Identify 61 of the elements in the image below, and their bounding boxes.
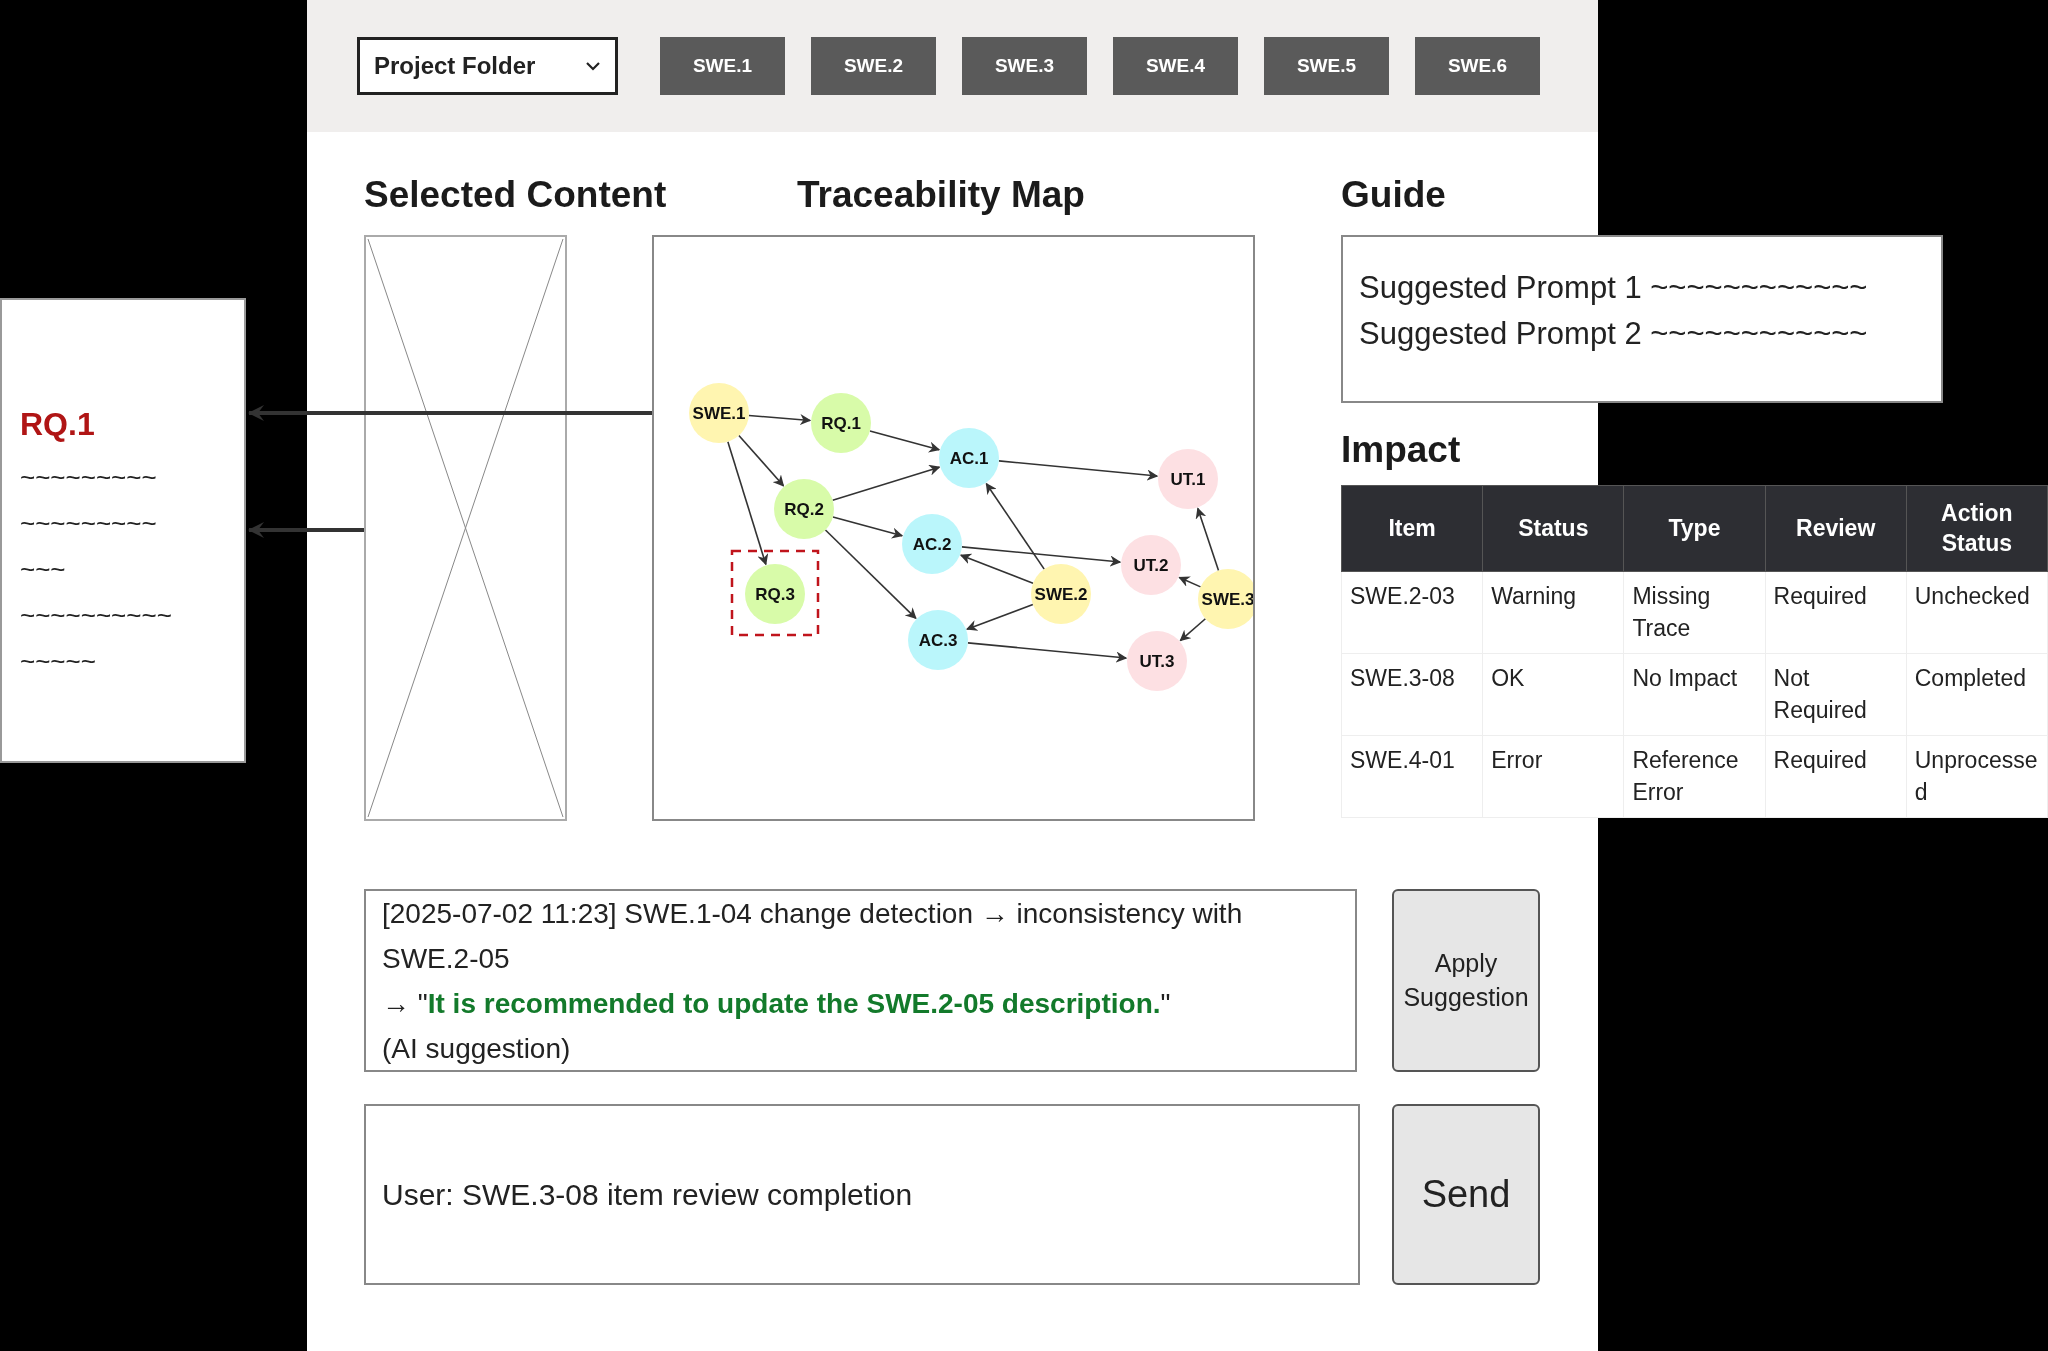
- column-header: Review: [1765, 485, 1907, 572]
- table-cell: Warning: [1482, 571, 1624, 654]
- section-heading: Impact: [1341, 428, 1461, 472]
- phase-button[interactable]: SWE.4: [1113, 37, 1238, 95]
- phase-button[interactable]: SWE.5: [1264, 37, 1389, 95]
- column-header: Action Status: [1906, 485, 2048, 572]
- send-button[interactable]: Send: [1392, 1104, 1540, 1285]
- table-cell: Unprocessed: [1906, 735, 2048, 818]
- table-cell: Missing Trace: [1623, 571, 1766, 654]
- column-header: Status: [1482, 485, 1624, 572]
- placeholder-text: ~~~~~: [20, 645, 97, 678]
- chevron-down-icon: [585, 61, 601, 71]
- placeholder-text: ~~~~~~~~~~: [20, 599, 173, 632]
- table-cell: Required: [1765, 571, 1907, 654]
- section-heading: Selected Content: [364, 173, 667, 217]
- suggested-prompt[interactable]: Suggested Prompt 1 ~~~~~~~~~~~~: [1359, 265, 1925, 311]
- trace-arrow: [1178, 576, 1202, 588]
- phase-button[interactable]: SWE.2: [811, 37, 936, 95]
- phase-button[interactable]: SWE.3: [962, 37, 1087, 95]
- phase-button[interactable]: SWE.6: [1415, 37, 1540, 95]
- map-node[interactable]: AC.2: [902, 514, 962, 574]
- column-header: Item: [1341, 485, 1483, 572]
- folder-dropdown[interactable]: Project Folder: [357, 37, 618, 95]
- map-node[interactable]: UT.3: [1127, 631, 1187, 691]
- map-node[interactable]: SWE.1: [689, 383, 749, 443]
- section-heading: Guide: [1341, 173, 1446, 217]
- map-node[interactable]: UT.2: [1121, 535, 1181, 595]
- trace-arrow: [748, 414, 812, 426]
- message-field[interactable]: User: SWE.3-08 item review completion: [364, 1104, 1360, 1285]
- trace-arrow: [1179, 617, 1207, 642]
- map-node[interactable]: RQ.2: [774, 479, 834, 539]
- placeholder-text: ~~~~~~~~~: [20, 461, 158, 494]
- table-cell: Unchecked: [1906, 571, 2048, 654]
- trace-arrow: [966, 603, 1034, 631]
- suggested-prompt[interactable]: Suggested Prompt 2 ~~~~~~~~~~~~: [1359, 311, 1925, 357]
- map-node[interactable]: SWE.2: [1031, 564, 1091, 624]
- table-cell: Reference Error: [1623, 735, 1766, 818]
- log-message: [2025-07-02 11:23] SWE.1-04 change detection → inconsistency with SWE.2-05 → "It is recommended to update the SWE.2-05 description." (AI suggestion): [382, 896, 1244, 1066]
- map-node[interactable]: SWE.3: [1198, 569, 1253, 629]
- table-cell: SWE.2-03: [1341, 571, 1483, 654]
- apply-suggestion-button[interactable]: Apply Suggestion: [1392, 889, 1540, 1072]
- map-node[interactable]: RQ.1: [811, 393, 871, 453]
- table-cell: Not Required: [1765, 653, 1907, 736]
- trace-arrow: [1195, 507, 1220, 572]
- table-cell: No Impact: [1623, 653, 1766, 736]
- map-node[interactable]: RQ.3: [745, 564, 805, 624]
- trace-arrow: [869, 430, 941, 453]
- phase-button[interactable]: SWE.1: [660, 37, 785, 95]
- map-node[interactable]: AC.3: [908, 610, 968, 670]
- table-cell: Completed: [1906, 653, 2048, 736]
- table-cell: SWE.3-08: [1341, 653, 1483, 736]
- detail-title: RQ.1: [20, 405, 96, 444]
- map-node[interactable]: UT.1: [1158, 449, 1218, 509]
- column-header: Type: [1623, 485, 1766, 572]
- placeholder-text: ~~~~~~~~~: [20, 507, 158, 540]
- table-cell: Required: [1765, 735, 1907, 818]
- map-node[interactable]: AC.1: [939, 428, 999, 488]
- table-cell: Error: [1482, 735, 1624, 818]
- table-cell: OK: [1482, 653, 1624, 736]
- table-cell: SWE.4-01: [1341, 735, 1483, 818]
- placeholder-text: ~~~: [20, 553, 67, 586]
